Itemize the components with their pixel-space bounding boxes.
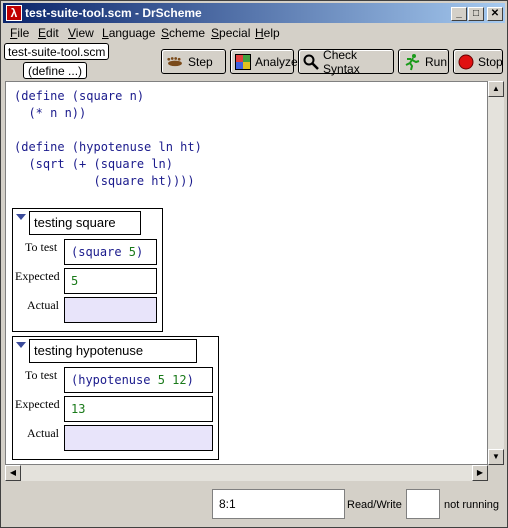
footprint-icon [166, 53, 184, 71]
to-test-field[interactable]: (square 5) [64, 239, 157, 265]
magnifier-icon [303, 53, 319, 71]
analyze-button[interactable]: Analyze [230, 49, 298, 74]
minimize-button[interactable]: _ [451, 7, 467, 21]
scroll-down-arrow-icon[interactable]: ▼ [488, 449, 504, 465]
code-line: (* n n)) [14, 106, 87, 120]
menu-language[interactable]: Language [102, 26, 155, 40]
run-label: Run [425, 54, 448, 69]
running-man-icon [403, 53, 421, 71]
collapse-triangle-icon[interactable] [16, 342, 26, 348]
test-case-box: testing square To test (square 5) Expect… [12, 208, 163, 332]
drscheme-window: λ test-suite-tool.scm - DrScheme _ □ ✕ F… [0, 0, 508, 528]
vertical-scrollbar[interactable]: ▲ ▼ [488, 81, 504, 465]
gc-indicator [406, 489, 440, 519]
drscheme-lambda-icon: λ [6, 5, 22, 21]
window-title: test-suite-tool.scm - DrScheme [25, 6, 202, 20]
actual-field [64, 425, 213, 451]
horizontal-scrollbar[interactable]: ◀ ▶ [5, 465, 488, 481]
analyze-icon [235, 53, 251, 71]
actual-field [64, 297, 157, 323]
expected-field[interactable]: 5 [64, 268, 157, 294]
read-write-label: Read/Write [347, 499, 402, 511]
actual-label: Actual [27, 426, 59, 440]
test-name-field[interactable]: testing square [29, 211, 141, 235]
code-line: (square ht)))) [14, 174, 195, 188]
maximize-button[interactable]: □ [468, 7, 484, 21]
menu-edit[interactable]: Edit [38, 26, 59, 40]
code-area[interactable]: (define (square n) (* n n)) (define (hyp… [14, 88, 202, 190]
menu-special[interactable]: Special [211, 26, 250, 40]
code-line: (define (hypotenuse ln ht) [14, 140, 202, 154]
file-name-tab[interactable]: test-suite-tool.scm [4, 43, 110, 60]
to-test-label: To test [25, 368, 58, 382]
menu-scheme[interactable]: Scheme [161, 26, 205, 40]
check-syntax-button[interactable]: Check Syntax [298, 47, 394, 76]
expected-label: Expected [15, 397, 60, 411]
scrollbar-corner [488, 465, 504, 481]
stop-sign-icon [458, 53, 474, 71]
run-button[interactable]: Run [398, 49, 449, 74]
running-status-label: not running [444, 499, 500, 511]
step-label: Step [188, 54, 213, 69]
menu-help[interactable]: Help [255, 26, 280, 40]
scroll-right-arrow-icon[interactable]: ▶ [472, 465, 488, 481]
title-bar[interactable]: λ test-suite-tool.scm - DrScheme _ □ ✕ [3, 3, 505, 23]
collapse-triangle-icon[interactable] [16, 214, 26, 220]
define-popup-button[interactable]: (define ...) [23, 62, 88, 79]
actual-label: Actual [27, 298, 59, 312]
definitions-editor[interactable]: (define (square n) (* n n)) (define (hyp… [5, 81, 488, 465]
test-case-box: testing hypotenuse To test (hypotenuse 5… [12, 336, 219, 460]
expected-field[interactable]: 13 [64, 396, 213, 422]
to-test-field[interactable]: (hypotenuse 5 12) [64, 367, 213, 393]
menu-view[interactable]: View [68, 26, 94, 40]
close-button[interactable]: ✕ [487, 7, 503, 21]
test-name-field[interactable]: testing hypotenuse [29, 339, 197, 363]
status-bar: 8:1 Read/Write not running [3, 485, 505, 525]
expected-label: Expected [15, 269, 60, 283]
analyze-label: Analyze [255, 54, 298, 69]
to-test-label: To test [25, 240, 58, 254]
code-line: (define (square n) [14, 89, 145, 103]
step-button[interactable]: Step [161, 49, 226, 74]
scroll-up-arrow-icon[interactable]: ▲ [488, 81, 504, 97]
cursor-position-field: 8:1 [212, 489, 345, 519]
check-syntax-label: Check Syntax [323, 47, 360, 76]
stop-button[interactable]: Stop [453, 49, 503, 74]
code-line: (sqrt (+ (square ln) [14, 157, 173, 171]
menu-file[interactable]: File [10, 26, 29, 40]
stop-label: Stop [478, 54, 503, 69]
menu-bar: File Edit View Language Scheme Special H… [3, 24, 505, 42]
scroll-left-arrow-icon[interactable]: ◀ [5, 465, 21, 481]
